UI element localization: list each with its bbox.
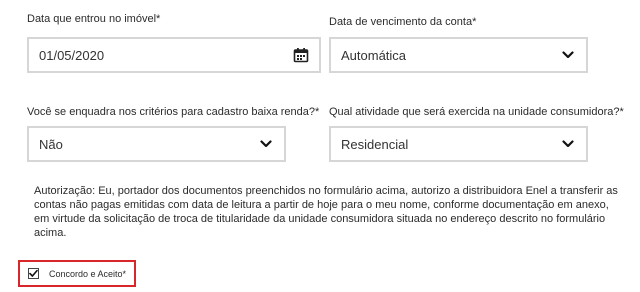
checkmark-icon [29, 269, 38, 277]
calendar-icon[interactable] [291, 45, 311, 65]
move-in-date-field[interactable]: 01/05/2020 [27, 37, 321, 73]
authorization-text: Autorização: Eu, portador dos documentos… [34, 185, 618, 239]
chevron-down-icon [558, 45, 578, 65]
chevron-down-icon [558, 134, 578, 154]
move-in-date-label: Data que entrou no imóvel* [27, 13, 161, 25]
due-date-label: Data de vencimento da conta* [329, 16, 477, 28]
consent-checkbox[interactable] [28, 268, 39, 279]
low-income-value: Não [39, 136, 63, 152]
due-date-select[interactable]: Automática [329, 37, 588, 73]
activity-select[interactable]: Residencial [329, 126, 588, 162]
consent-label[interactable]: Concordo e Aceito* [49, 269, 126, 279]
activity-label: Qual atividade que será exercida na unid… [329, 106, 624, 118]
chevron-down-icon [256, 134, 276, 154]
low-income-label: Você se enquadra nos critérios para cada… [27, 106, 320, 118]
activity-value: Residencial [341, 136, 409, 152]
low-income-select[interactable]: Não [27, 126, 286, 162]
due-date-value: Automática [341, 47, 407, 63]
move-in-date-value: 01/05/2020 [39, 47, 105, 63]
consent-checkbox-container[interactable]: Concordo e Aceito* [18, 260, 136, 287]
